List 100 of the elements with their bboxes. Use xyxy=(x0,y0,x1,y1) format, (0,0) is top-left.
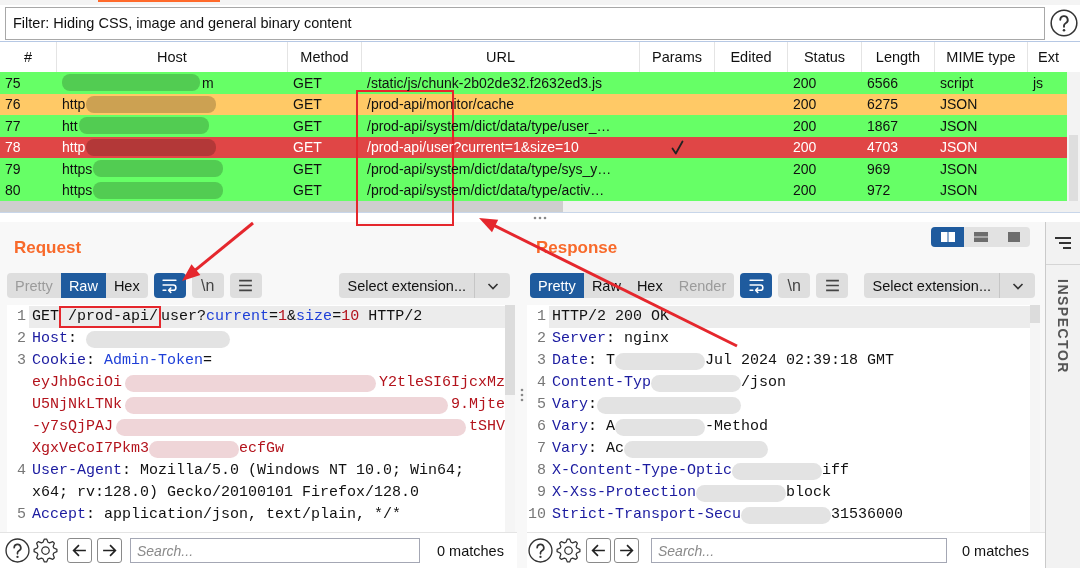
scrollbar-thumb[interactable] xyxy=(505,305,515,395)
message-editor[interactable] xyxy=(7,305,515,532)
extension-dropdown[interactable]: Select extension... xyxy=(338,273,510,298)
code-text: User-Agent: Mozilla/5.0 (Windows NT 10.0; Win64; xyxy=(32,461,465,481)
url-text: /static/js/chunk-2b02de32.f2632ed3.js xyxy=(366,73,604,93)
settings-icon[interactable] xyxy=(33,538,58,563)
length-value: 6275 xyxy=(866,95,900,115)
row-number: 79 xyxy=(4,159,22,179)
method-text: GET xyxy=(292,181,323,201)
view-tab[interactable]: Raw xyxy=(60,273,106,298)
code-text: user?current=1&size=10 HTTP/2 xyxy=(161,307,423,327)
code-text: GET xyxy=(32,307,59,327)
mime-type: JSON xyxy=(939,181,979,201)
help-icon[interactable] xyxy=(5,538,30,563)
help-icon[interactable] xyxy=(528,538,553,563)
vertical-scrollbar[interactable] xyxy=(1067,72,1080,201)
message-editor[interactable] xyxy=(527,305,1040,532)
code-text: Vary: Ac xyxy=(552,439,625,459)
code-text: XgxVeCoI7Pkm3 xyxy=(32,439,150,459)
previous-button[interactable] xyxy=(586,538,611,563)
layout-button[interactable] xyxy=(931,227,964,247)
view-tab[interactable]: Hex xyxy=(105,273,148,298)
menu-button[interactable] xyxy=(816,273,849,298)
line-number: 3 xyxy=(17,352,26,369)
newline-button[interactable]: \n xyxy=(778,273,811,298)
inspector-tab[interactable]: INSPECTOR xyxy=(1055,279,1071,374)
method-text: GET xyxy=(292,159,323,179)
request-row[interactable]: 78 http GET /prod-api/user?current=1&size=10 200 4703 JSON xyxy=(0,136,1067,158)
menu-button[interactable] xyxy=(229,273,262,298)
code-text: Y2tleSI6IjcxMz xyxy=(378,373,505,393)
match-count: 0 matches xyxy=(962,542,1029,559)
mime-type: JSON xyxy=(939,116,979,136)
status-code: 200 xyxy=(792,138,818,158)
host-text: m xyxy=(202,74,214,91)
right-arrow-icon xyxy=(618,542,635,559)
columns-icon xyxy=(939,231,956,243)
line-number: 6 xyxy=(537,418,546,435)
code-text: ecfGw xyxy=(239,439,285,459)
row-number: 76 xyxy=(4,95,22,115)
grip-icon[interactable] xyxy=(520,388,524,402)
method-text: GET xyxy=(292,73,323,93)
help-icon[interactable] xyxy=(1050,9,1078,37)
code-text: HTTP/2 200 OK xyxy=(552,307,670,327)
search-field[interactable]: Search... xyxy=(651,538,947,563)
wrap-icon xyxy=(747,277,765,294)
row-number: 75 xyxy=(4,73,22,93)
length-value: 6566 xyxy=(866,73,900,93)
code-text: Vary: A xyxy=(552,417,616,437)
code-text: -Method xyxy=(705,417,769,437)
search-field[interactable]: Search... xyxy=(130,538,420,563)
length-value: 4703 xyxy=(866,138,900,158)
code-text: block xyxy=(786,483,832,503)
line-number: 4 xyxy=(537,374,546,391)
code-text: Date: T xyxy=(552,351,616,371)
line-number: 4 xyxy=(17,462,26,479)
line-number: 5 xyxy=(537,396,546,413)
horizontal-scrollbar[interactable] xyxy=(0,201,1080,212)
status-code: 200 xyxy=(792,181,818,201)
code-text: Content-Typ xyxy=(552,373,652,393)
vertical-scrollbar[interactable] xyxy=(1030,305,1040,532)
mime-type: JSON xyxy=(939,159,979,179)
wrap-lines-button[interactable] xyxy=(740,273,773,298)
next-button[interactable] xyxy=(97,538,122,563)
code-text: X-Content-Type-Optic xyxy=(552,461,733,481)
method-text: GET xyxy=(292,138,323,158)
code-text: iff xyxy=(822,461,850,481)
wrap-lines-button[interactable] xyxy=(153,273,186,298)
newline-button[interactable]: \n xyxy=(191,273,224,298)
line-number: 7 xyxy=(537,440,546,457)
mime-type: script xyxy=(939,73,975,93)
scrollbar-thumb[interactable] xyxy=(1030,305,1040,323)
code-text: /prod-api/ xyxy=(68,308,159,326)
list-icon[interactable] xyxy=(1053,236,1073,250)
line-number: 3 xyxy=(537,352,546,369)
line-number: 2 xyxy=(17,330,26,347)
line-number: 10 xyxy=(528,506,546,523)
status-code: 200 xyxy=(792,159,818,179)
column-header[interactable]: Ext xyxy=(1028,42,1080,72)
grip-icon[interactable] xyxy=(533,215,547,220)
code-text: eyJhbGciOi xyxy=(32,373,122,393)
view-tab[interactable]: Hex xyxy=(628,273,671,298)
row-number: 78 xyxy=(4,138,22,158)
next-button[interactable] xyxy=(614,538,639,563)
length-value: 969 xyxy=(866,159,892,179)
left-arrow-icon xyxy=(590,542,607,559)
request-row[interactable]: 75 m GET /static/js/chunk-2b02de32.f2632ed3.js 200 6566 script js xyxy=(0,72,1067,94)
host-text: htt xyxy=(62,117,78,134)
length-value: 972 xyxy=(866,181,892,201)
view-tab[interactable]: Pretty xyxy=(530,273,584,298)
extension-dropdown[interactable]: Select extension... xyxy=(863,273,1035,298)
wrap-icon xyxy=(161,277,179,294)
settings-icon[interactable] xyxy=(556,538,581,563)
filter-bar[interactable]: Filter: Hiding CSS, image and general binary content xyxy=(5,6,1045,40)
status-code: 200 xyxy=(792,95,818,115)
code-text: Jul 2024 02:39:18 GMT xyxy=(705,351,895,371)
scrollbar-thumb[interactable] xyxy=(0,201,563,212)
code-text: x64; rv:128.0) Gecko/20100101 Firefox/128.0 xyxy=(32,483,420,503)
vertical-scrollbar[interactable] xyxy=(505,305,515,532)
status-code: 200 xyxy=(792,116,818,136)
previous-button[interactable] xyxy=(67,538,92,563)
